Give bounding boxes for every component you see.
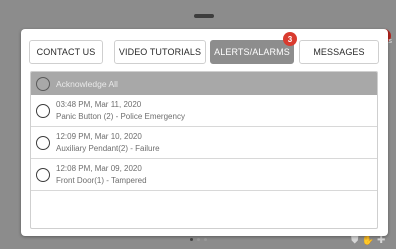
bottom-right-icons: ⛊ ✋ ✚ — [351, 236, 385, 246]
page-indicator — [190, 238, 207, 241]
tab-label: ALERTS/ALARMS — [214, 47, 290, 57]
tab-label: CONTACT US — [36, 47, 96, 57]
tab-label: VIDEO TUTORIALS — [118, 47, 202, 57]
tab-messages[interactable]: MESSAGES — [299, 40, 379, 64]
page-dot — [204, 238, 207, 241]
tab-video-tutorials[interactable]: VIDEO TUTORIALS — [114, 40, 206, 64]
page-dot — [197, 238, 200, 241]
alert-checkbox[interactable] — [36, 135, 50, 150]
list-item: 03:48 PM, Mar 11, 2020 Panic Button (2) … — [31, 95, 377, 127]
alert-time: 12:08 PM, Mar 09, 2020 — [56, 164, 142, 173]
tab-bar: CONTACT US VIDEO TUTORIALS ALERTS/ALARMS… — [21, 29, 388, 71]
alerts-count-badge: 3 — [283, 32, 297, 46]
alert-time: 12:09 PM, Mar 10, 2020 — [56, 132, 142, 141]
alerts-modal: CONTACT US VIDEO TUTORIALS ALERTS/ALARMS… — [21, 29, 388, 236]
alert-description: Auxiliary Pendant(2) - Failure — [56, 144, 160, 153]
acknowledge-all-row[interactable]: Acknowledge All — [31, 72, 377, 95]
alert-description: Panic Button (2) - Police Emergency — [56, 112, 185, 121]
page-dot-active — [190, 238, 193, 241]
tab-label: MESSAGES — [313, 47, 365, 57]
tab-alerts-alarms[interactable]: ALERTS/ALARMS — [210, 40, 294, 64]
list-item: 12:08 PM, Mar 09, 2020 Front Door(1) - T… — [31, 159, 377, 191]
list-item: 12:09 PM, Mar 10, 2020 Auxiliary Pendant… — [31, 127, 377, 159]
hand-icon[interactable]: ✋ — [362, 236, 374, 246]
alert-checkbox[interactable] — [36, 103, 50, 118]
alert-description: Front Door(1) - Tampered — [56, 176, 147, 185]
alerts-list: Acknowledge All 03:48 PM, Mar 11, 2020 P… — [30, 71, 378, 229]
medical-cross-icon[interactable]: ✚ — [377, 236, 385, 246]
top-drag-handle[interactable] — [194, 14, 214, 18]
alert-checkbox[interactable] — [36, 167, 50, 182]
alert-time: 03:48 PM, Mar 11, 2020 — [56, 100, 142, 109]
acknowledge-all-label: Acknowledge All — [56, 78, 118, 89]
shield-icon[interactable]: ⛊ — [351, 236, 359, 246]
tab-contact-us[interactable]: CONTACT US — [29, 40, 103, 64]
acknowledge-all-checkbox[interactable] — [36, 76, 50, 91]
